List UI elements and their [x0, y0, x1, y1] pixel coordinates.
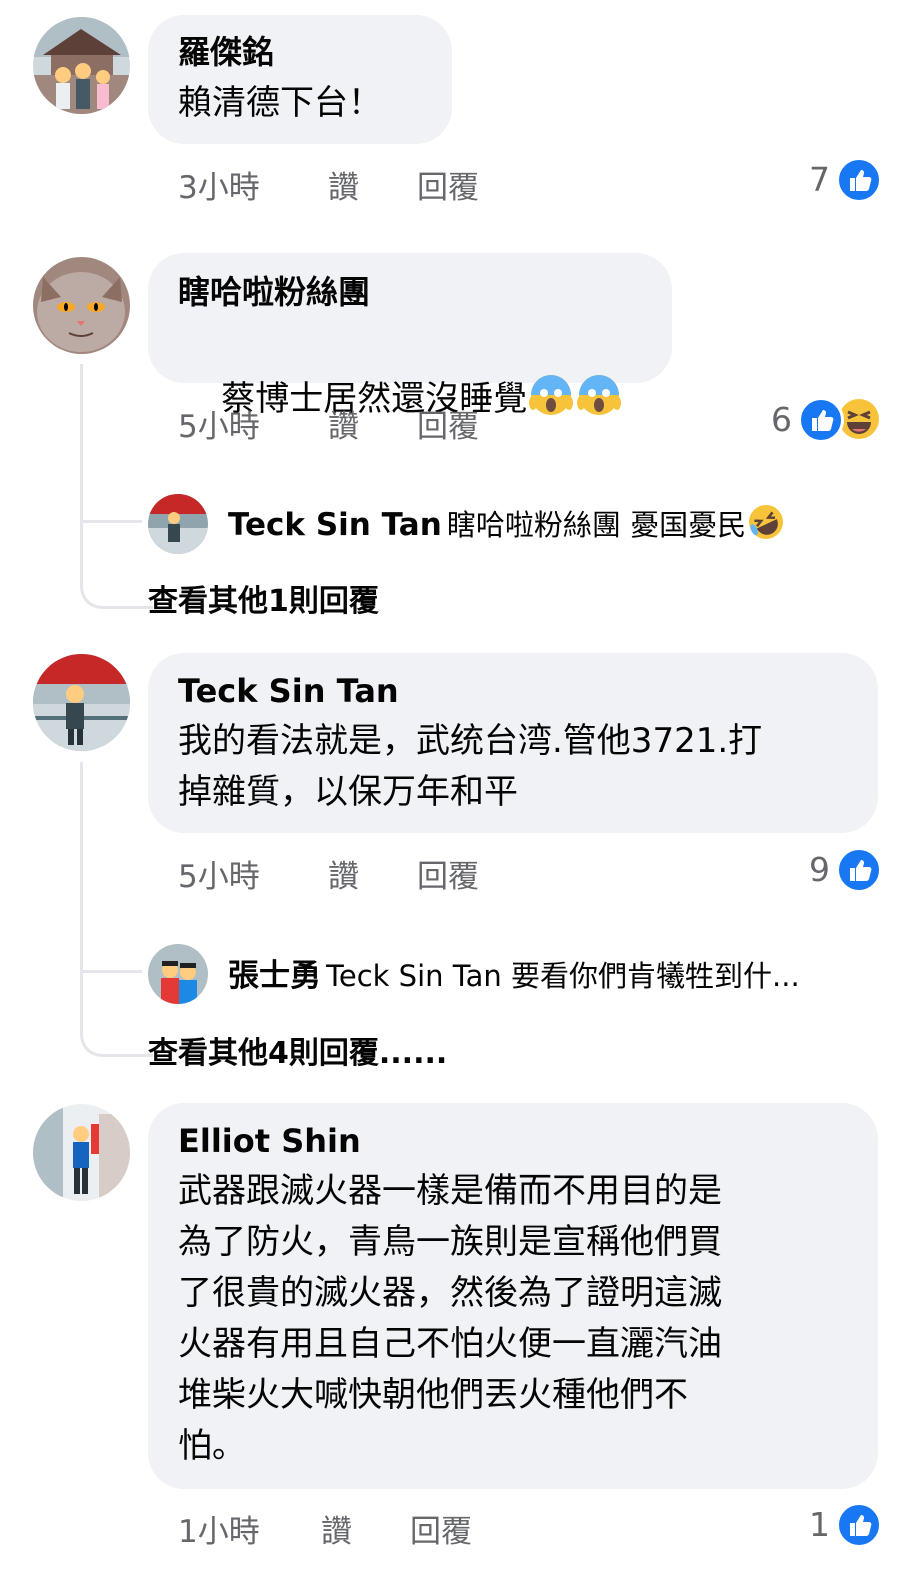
reply-button[interactable]: 回覆 [417, 851, 479, 896]
comment-author[interactable]: 瞎哈啦粉絲團 [178, 272, 370, 312]
thumbs-up-icon [798, 397, 844, 443]
reply-text: Teck Sin Tan 要看你們肯犧牲到什... [326, 959, 800, 993]
comment-text: 賴清德下台！ [178, 83, 382, 123]
comment-author[interactable]: Teck Sin Tan [178, 671, 399, 711]
reply-author[interactable]: 張士勇 [228, 958, 321, 994]
reaction-count[interactable]: 7 [790, 160, 830, 199]
scream-emoji-icon [527, 369, 575, 432]
thread-line [80, 762, 153, 1057]
reaction-count[interactable]: 1 [790, 1505, 830, 1544]
like-button[interactable]: 讚 [328, 851, 359, 896]
reaction-count[interactable]: 9 [790, 850, 830, 889]
comment-text: 我的看法就是，武统台湾.管他3721.打 掉雜質，以保万年和平 [178, 721, 763, 812]
reaction-count[interactable]: 6 [752, 400, 792, 439]
thumbs-up-icon [836, 1502, 882, 1548]
reply-preview[interactable]: 張士勇 Teck Sin Tan 要看你們肯犧牲到什... [228, 954, 800, 1003]
avatar[interactable] [148, 944, 208, 1004]
avatar[interactable] [33, 257, 130, 354]
comment-text-content: 蔡博士居然還沒睡覺 [221, 379, 528, 419]
like-button[interactable]: 讚 [328, 401, 359, 446]
rofl-emoji-icon [746, 502, 786, 559]
reply-text: 瞎哈啦粉絲團 憂国憂民 [446, 508, 747, 542]
thread-branch [80, 520, 142, 523]
avatar[interactable] [33, 654, 130, 751]
reply-preview[interactable]: Teck Sin Tan 瞎哈啦粉絲團 憂国憂民 [228, 502, 786, 559]
comment-text: 武器跟滅火器一樣是備而不用目的是 為了防火，青鳥一族則是宣稱他們買 了很貴的滅火… [178, 1171, 722, 1466]
thumbs-up-icon [836, 157, 882, 203]
comment-time[interactable]: 3小時 [178, 162, 260, 207]
comment-time[interactable]: 1小時 [178, 1506, 260, 1551]
comment-author[interactable]: 羅傑銘 [178, 32, 274, 72]
reply-button[interactable]: 回覆 [417, 401, 479, 446]
avatar[interactable] [148, 494, 208, 554]
comment-author[interactable]: Elliot Shin [178, 1121, 361, 1161]
thread-line [80, 364, 153, 609]
like-button[interactable]: 讚 [321, 1506, 352, 1551]
reply-button[interactable]: 回覆 [417, 162, 479, 207]
view-more-replies[interactable]: 查看其他4則回覆...... [148, 1028, 447, 1072]
comment-time[interactable]: 5小時 [178, 401, 260, 446]
reply-button[interactable]: 回覆 [410, 1506, 472, 1551]
like-button[interactable]: 讚 [328, 162, 359, 207]
haha-emoji-icon [838, 398, 880, 440]
comment-time[interactable]: 5小時 [178, 851, 260, 896]
scream-emoji-icon [575, 369, 623, 432]
thread-branch [80, 970, 142, 973]
avatar[interactable] [33, 1104, 130, 1201]
avatar[interactable] [33, 17, 130, 114]
thumbs-up-icon [836, 847, 882, 893]
reply-author[interactable]: Teck Sin Tan [228, 507, 442, 543]
view-more-replies[interactable]: 查看其他1則回覆 [148, 576, 379, 620]
